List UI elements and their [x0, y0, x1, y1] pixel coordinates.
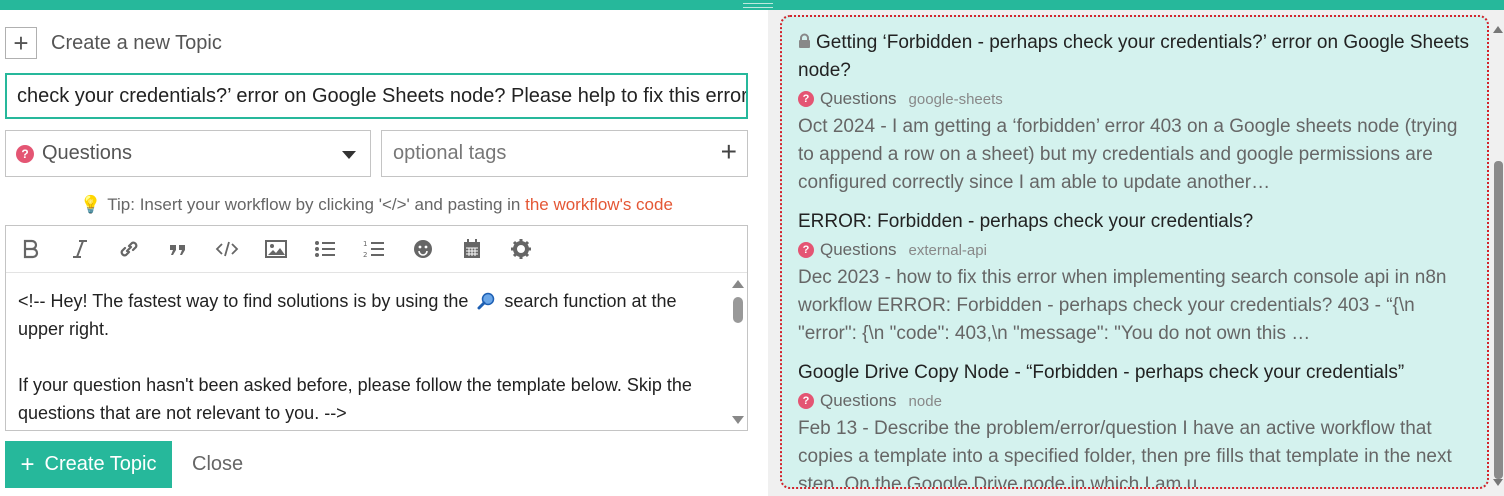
similar-topic[interactable]: ERROR: Forbidden - perhaps check your cr…	[798, 208, 1471, 348]
chevron-down-icon	[342, 151, 356, 159]
scroll-thumb[interactable]	[733, 297, 743, 323]
similar-topics-panel: Getting ‘Forbidden - perhaps check your …	[780, 15, 1489, 489]
similar-topic-category[interactable]: Questions	[820, 391, 897, 411]
scroll-up-icon[interactable]	[732, 280, 744, 288]
editor: 12 <!-- Hey! The fastest way to find sol…	[5, 225, 748, 431]
italic-icon[interactable]	[67, 237, 92, 262]
similar-topic[interactable]: Google Drive Copy Node - “Forbidden - pe…	[798, 359, 1471, 489]
bullet-list-icon[interactable]	[312, 237, 337, 262]
similar-topic[interactable]: Getting ‘Forbidden - perhaps check your …	[798, 29, 1471, 197]
similar-topic-title[interactable]: ERROR: Forbidden - perhaps check your cr…	[798, 208, 1471, 236]
editor-scrollbar[interactable]	[731, 278, 745, 426]
add-tag-icon[interactable]: +	[721, 138, 737, 166]
svg-text:1: 1	[363, 240, 367, 248]
svg-text:2: 2	[363, 251, 367, 259]
resize-grip[interactable]	[743, 3, 773, 8]
tip-text: Tip: Insert your workflow by clicking '<…	[107, 195, 526, 214]
code-icon[interactable]	[214, 237, 239, 262]
question-icon: ?	[798, 91, 814, 107]
close-button[interactable]: Close	[192, 441, 243, 488]
magnifier-icon	[477, 292, 495, 310]
category-select[interactable]: ? Questions	[5, 130, 371, 177]
similar-topic-title-text: Getting ‘Forbidden - perhaps check your …	[798, 32, 1470, 81]
similar-topic-meta: ? Questions node	[798, 389, 1471, 413]
composer-title: Create a new Topic	[51, 31, 222, 54]
similar-topic-meta: ? Questions external-api	[798, 238, 1471, 262]
question-icon: ?	[798, 393, 814, 409]
similar-topic-category[interactable]: Questions	[820, 89, 897, 109]
similar-topic-tag[interactable]: node	[909, 393, 942, 410]
similar-topic-excerpt: Dec 2023 - how to fix this error when im…	[798, 267, 1447, 344]
tip-link[interactable]: the workflow's code	[525, 195, 673, 214]
lock-icon	[799, 33, 810, 48]
scroll-up-icon[interactable]	[1493, 26, 1503, 33]
scroll-down-icon[interactable]	[1493, 479, 1503, 486]
editor-line2: If your question hasn't been asked befor…	[18, 375, 697, 423]
tags-input[interactable]: optional tags +	[381, 130, 748, 177]
composer-top-bar	[0, 0, 1504, 10]
lightbulb-icon: 💡	[80, 195, 102, 214]
similar-topic-tag[interactable]: google-sheets	[909, 91, 1003, 108]
similar-topic-excerpt: Feb 13 - Describe the problem/error/ques…	[798, 418, 1452, 489]
plus-icon: +	[20, 450, 35, 478]
similar-topic-meta: ? Questions google-sheets	[798, 87, 1471, 111]
link-icon[interactable]	[116, 237, 141, 262]
similar-topic-category[interactable]: Questions	[820, 240, 897, 260]
editor-textarea[interactable]: <!-- Hey! The fastest way to find soluti…	[6, 273, 729, 430]
scroll-thumb[interactable]	[1494, 161, 1503, 479]
create-topic-label: Create Topic	[44, 453, 157, 475]
gear-icon[interactable]	[508, 237, 533, 262]
tags-placeholder: optional tags	[393, 142, 507, 164]
editor-line1-start: <!-- Hey! The fastest way to find soluti…	[18, 291, 474, 311]
emoji-icon[interactable]	[410, 237, 435, 262]
image-icon[interactable]	[263, 237, 288, 262]
scroll-down-icon[interactable]	[732, 416, 744, 424]
question-icon: ?	[16, 144, 34, 163]
editor-toolbar: 12	[6, 226, 747, 273]
bold-icon[interactable]	[18, 237, 43, 262]
quote-icon[interactable]	[165, 237, 190, 262]
similar-topic-excerpt: Oct 2024 - I am getting a ‘forbidden’ er…	[798, 116, 1458, 193]
category-label: Questions	[42, 142, 133, 164]
numbered-list-icon[interactable]: 12	[361, 237, 386, 262]
composer-tip: 💡 Tip: Insert your workflow by clicking '…	[0, 195, 753, 215]
question-icon: ?	[798, 242, 814, 258]
composer-header: + Create a new Topic	[5, 27, 222, 59]
plus-icon[interactable]: +	[5, 27, 37, 59]
similar-topic-tag[interactable]: external-api	[909, 242, 987, 259]
create-topic-button[interactable]: + Create Topic	[5, 441, 172, 488]
page-scrollbar[interactable]	[1493, 20, 1504, 496]
date-icon[interactable]	[459, 237, 484, 262]
similar-topic-title[interactable]: Getting ‘Forbidden - perhaps check your …	[798, 29, 1471, 85]
topic-title-input[interactable]: check your credentials?’ error on Google…	[5, 73, 748, 119]
similar-topic-title[interactable]: Google Drive Copy Node - “Forbidden - pe…	[798, 359, 1471, 387]
